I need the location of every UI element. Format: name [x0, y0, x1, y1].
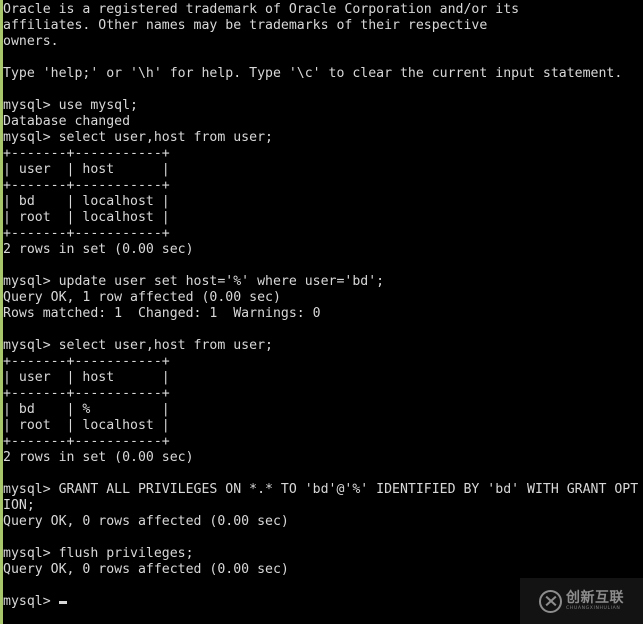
terminal-line: affiliates. Other names may be trademark…: [3, 18, 488, 33]
terminal-line: mysql> use mysql;: [3, 98, 138, 113]
terminal-line: +-------+-----------+: [3, 226, 170, 241]
terminal-line: mysql> select user,host from user;: [3, 338, 273, 353]
terminal-line: Type 'help;' or '\h' for help. Type '\c'…: [3, 66, 623, 81]
terminal-line: +-------+-----------+: [3, 178, 170, 193]
terminal-line: | user | host |: [3, 370, 170, 385]
terminal-line: | bd | localhost |: [3, 194, 170, 209]
terminal-line: 2 rows in set (0.00 sec): [3, 450, 194, 465]
circled-x-icon: [539, 589, 562, 613]
watermark: 创新互联 CHUANGXINHULIAN: [520, 578, 643, 624]
watermark-chinese-label: 创新互联: [566, 589, 624, 606]
terminal-line: Oracle is a registered trademark of Orac…: [3, 2, 520, 17]
terminal-line: owners.: [3, 34, 59, 49]
watermark-latin-label: CHUANGXINHULIAN: [566, 605, 621, 611]
watermark-texts: 创新互联 CHUANGXINHULIAN: [566, 591, 624, 612]
terminal-line: Rows matched: 1 Changed: 1 Warnings: 0: [3, 306, 321, 321]
terminal-window[interactable]: Oracle is a registered trademark of Orac…: [0, 0, 643, 624]
terminal-line: 2 rows in set (0.00 sec): [3, 242, 194, 257]
text-cursor: [58, 601, 67, 604]
terminal-line: mysql> flush privileges;: [3, 546, 194, 561]
terminal-line: | user | host |: [3, 162, 170, 177]
terminal-line: Query OK, 0 rows affected (0.00 sec): [3, 514, 289, 529]
terminal-line: +-------+-----------+: [3, 434, 170, 449]
console-output: Oracle is a registered trademark of Orac…: [3, 2, 643, 610]
terminal-line: +-------+-----------+: [3, 146, 170, 161]
watermark-inner: 创新互联 CHUANGXINHULIAN: [539, 589, 624, 613]
terminal-line: Query OK, 1 row affected (0.00 sec): [3, 290, 281, 305]
terminal-line: +-------+-----------+: [3, 354, 170, 369]
terminal-line: mysql> GRANT ALL PRIVILEGES ON *.* TO 'b…: [3, 482, 639, 497]
terminal-line: | root | localhost |: [3, 210, 170, 225]
terminal-line: mysql> update user set host='%' where us…: [3, 274, 385, 289]
terminal-line: Database changed: [3, 114, 131, 129]
terminal-line: | root | localhost |: [3, 418, 170, 433]
terminal-line: Query OK, 0 rows affected (0.00 sec): [3, 562, 289, 577]
terminal-line: | bd | % |: [3, 402, 170, 417]
terminal-line: mysql> select user,host from user;: [3, 130, 273, 145]
terminal-line: +-------+-----------+: [3, 386, 170, 401]
terminal-line: ION;: [3, 498, 35, 513]
